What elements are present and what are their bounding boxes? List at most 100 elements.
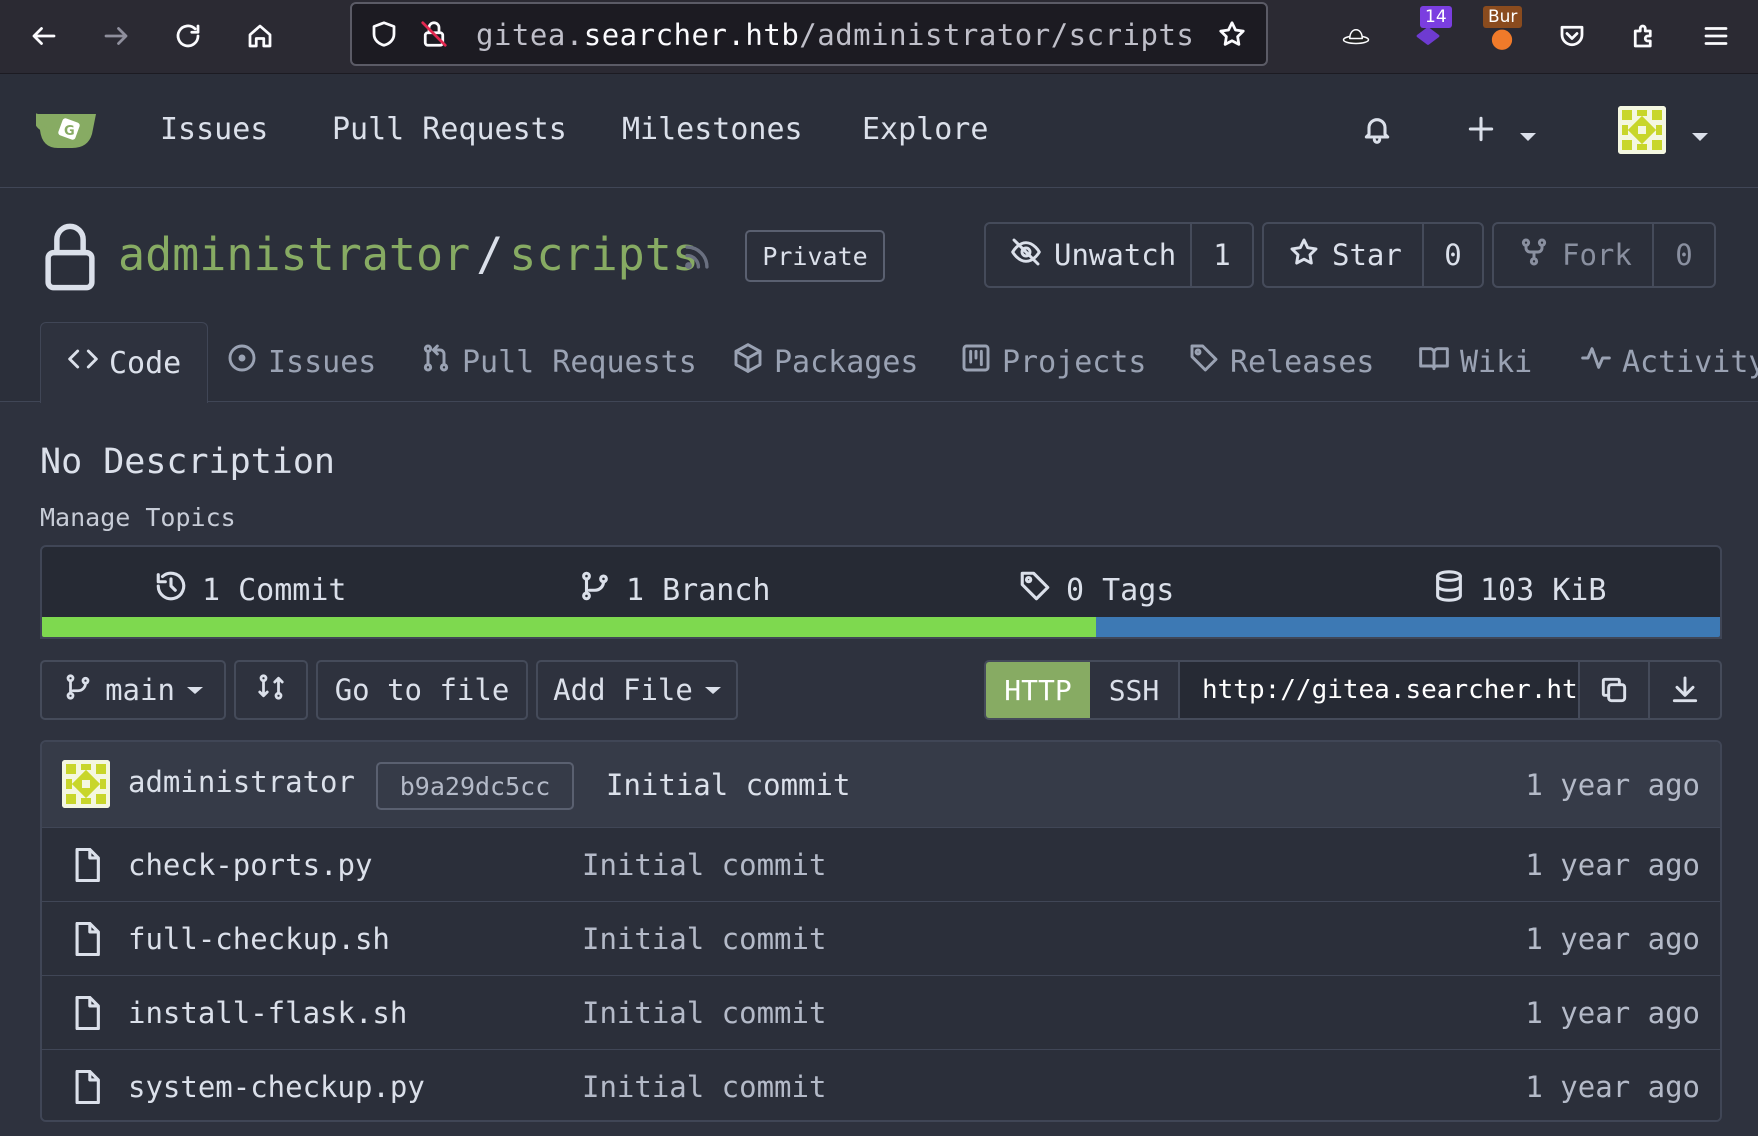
watch-count[interactable]: 1 xyxy=(1192,224,1252,286)
file-commit-message[interactable]: Initial commit xyxy=(582,996,826,1030)
home-icon[interactable] xyxy=(238,14,282,58)
plus-icon[interactable] xyxy=(1456,104,1506,154)
svg-text:G: G xyxy=(64,124,75,139)
file-name[interactable]: system-checkup.py xyxy=(128,1070,425,1104)
compare-icon xyxy=(256,672,286,709)
gitea-navbar: G Issues Pull Requests Milestones Explor… xyxy=(0,74,1758,188)
file-commit-time: 1 year ago xyxy=(1525,1070,1700,1104)
copy-icon[interactable] xyxy=(1580,662,1650,718)
table-row: check-ports.py Initial commit 1 year ago xyxy=(42,828,1720,902)
repo-owner-link[interactable]: administrator xyxy=(118,228,470,281)
user-dropdown-caret[interactable] xyxy=(1692,126,1708,145)
nav-milestones[interactable]: Milestones xyxy=(622,112,803,147)
commit-author-avatar[interactable] xyxy=(62,760,110,808)
file-commit-time: 1 year ago xyxy=(1525,922,1700,956)
language-bar-python[interactable] xyxy=(42,617,1096,637)
language-bar-shell[interactable] xyxy=(1095,617,1720,637)
nav-pull-requests[interactable]: Pull Requests xyxy=(332,112,567,147)
file-commit-message[interactable]: Initial commit xyxy=(582,1070,826,1104)
tab-pull-requests[interactable]: Pull Requests xyxy=(420,322,697,402)
tab-activity[interactable]: Activity xyxy=(1580,322,1758,402)
file-commit-message[interactable]: Initial commit xyxy=(582,848,826,882)
repo-tabs: Code Issues Pull Requests Packages Proje… xyxy=(0,322,1758,403)
commit-sha[interactable]: b9a29dc5cc xyxy=(376,762,574,810)
commit-author[interactable]: administrator xyxy=(128,765,355,799)
tag-icon xyxy=(1018,569,1052,611)
extensions-puzzle-icon[interactable] xyxy=(1622,14,1666,58)
star-button-group[interactable]: Star 0 xyxy=(1262,222,1484,288)
history-icon xyxy=(154,569,188,611)
tab-packages[interactable]: Packages xyxy=(732,322,919,402)
shield-icon[interactable] xyxy=(362,12,406,56)
fork-icon xyxy=(1518,236,1550,275)
user-avatar[interactable] xyxy=(1618,106,1666,154)
tab-code-label: Code xyxy=(109,345,182,381)
book-icon xyxy=(1418,342,1450,382)
rss-icon[interactable] xyxy=(680,240,714,278)
file-icon xyxy=(72,847,102,886)
repo-name-link[interactable]: scripts xyxy=(509,228,699,281)
tab-issues[interactable]: Issues xyxy=(226,322,376,402)
watch-button-group[interactable]: Unwatch 1 xyxy=(984,222,1254,288)
go-to-file-button[interactable]: Go to file xyxy=(316,660,528,720)
create-dropdown-caret[interactable] xyxy=(1520,126,1536,145)
commits-stat[interactable]: 1 Commit xyxy=(154,569,347,611)
compare-button[interactable] xyxy=(234,660,308,720)
branch-icon xyxy=(578,569,612,611)
file-table: administrator b9a29dc5cc Initial commit … xyxy=(40,740,1722,1122)
commit-time: 1 year ago xyxy=(1525,768,1700,802)
reload-icon[interactable] xyxy=(166,14,210,58)
file-name[interactable]: check-ports.py xyxy=(128,848,372,882)
tab-projects[interactable]: Projects xyxy=(960,322,1147,402)
fork-button[interactable]: Fork xyxy=(1494,224,1654,286)
unwatch-button[interactable]: Unwatch xyxy=(986,224,1192,286)
star-icon xyxy=(1288,236,1320,275)
commits-count: 1 Commit xyxy=(202,572,347,608)
star-button[interactable]: Star xyxy=(1264,224,1424,286)
insecure-lock-icon[interactable] xyxy=(412,12,456,56)
tags-stat[interactable]: 0 Tags xyxy=(1018,569,1174,611)
clone-http-button[interactable]: HTTP xyxy=(986,662,1090,718)
forward-icon[interactable] xyxy=(94,14,138,58)
fork-button-group[interactable]: Fork 0 xyxy=(1492,222,1716,288)
tab-wiki-label: Wiki xyxy=(1460,344,1533,380)
nav-issues[interactable]: Issues xyxy=(160,112,268,147)
tab-releases[interactable]: Releases xyxy=(1188,322,1375,402)
tab-code[interactable]: Code xyxy=(40,322,209,403)
fork-count[interactable]: 0 xyxy=(1654,224,1714,286)
add-file-label: Add File xyxy=(553,673,693,707)
star-count[interactable]: 0 xyxy=(1424,224,1482,286)
spy-hat-extension-icon[interactable] xyxy=(1334,14,1378,58)
nav-explore[interactable]: Explore xyxy=(862,112,988,147)
bell-icon[interactable] xyxy=(1352,104,1402,154)
tab-pull-requests-label: Pull Requests xyxy=(462,344,697,380)
file-name[interactable]: install-flask.sh xyxy=(128,996,407,1030)
bookmark-star-icon[interactable] xyxy=(1210,12,1254,56)
tags-count: 0 Tags xyxy=(1066,572,1175,608)
size-stat: 103 KiB xyxy=(1432,569,1606,611)
tab-wiki[interactable]: Wiki xyxy=(1418,322,1532,402)
download-icon[interactable] xyxy=(1650,662,1720,718)
gitea-logo[interactable]: G xyxy=(34,104,98,154)
latest-commit-row: administrator b9a29dc5cc Initial commit … xyxy=(42,742,1720,828)
clone-url-input[interactable]: http://gitea.searcher.htb/administrator/… xyxy=(1180,662,1580,718)
manage-topics-link[interactable]: Manage Topics xyxy=(40,503,236,532)
tab-issues-label: Issues xyxy=(268,344,377,380)
pocket-icon[interactable] xyxy=(1550,14,1594,58)
file-commit-message[interactable]: Initial commit xyxy=(582,922,826,956)
branch-icon xyxy=(63,672,93,709)
branches-stat[interactable]: 1 Branch xyxy=(578,569,771,611)
back-icon[interactable] xyxy=(22,14,66,58)
url-text: gitea.searcher.htb/administrator/scripts xyxy=(476,18,1195,52)
commit-message[interactable]: Initial commit xyxy=(606,768,850,802)
url-bar[interactable]: gitea.searcher.htb/administrator/scripts xyxy=(350,2,1268,66)
database-icon xyxy=(1432,569,1466,611)
pulse-icon xyxy=(1580,342,1612,382)
tab-packages-label: Packages xyxy=(774,344,919,380)
branch-selector[interactable]: main xyxy=(40,660,226,720)
menu-icon[interactable] xyxy=(1694,14,1738,58)
language-bar[interactable] xyxy=(40,617,1722,639)
file-name[interactable]: full-checkup.sh xyxy=(128,922,390,956)
clone-ssh-button[interactable]: SSH xyxy=(1090,662,1180,718)
add-file-button[interactable]: Add File xyxy=(536,660,738,720)
